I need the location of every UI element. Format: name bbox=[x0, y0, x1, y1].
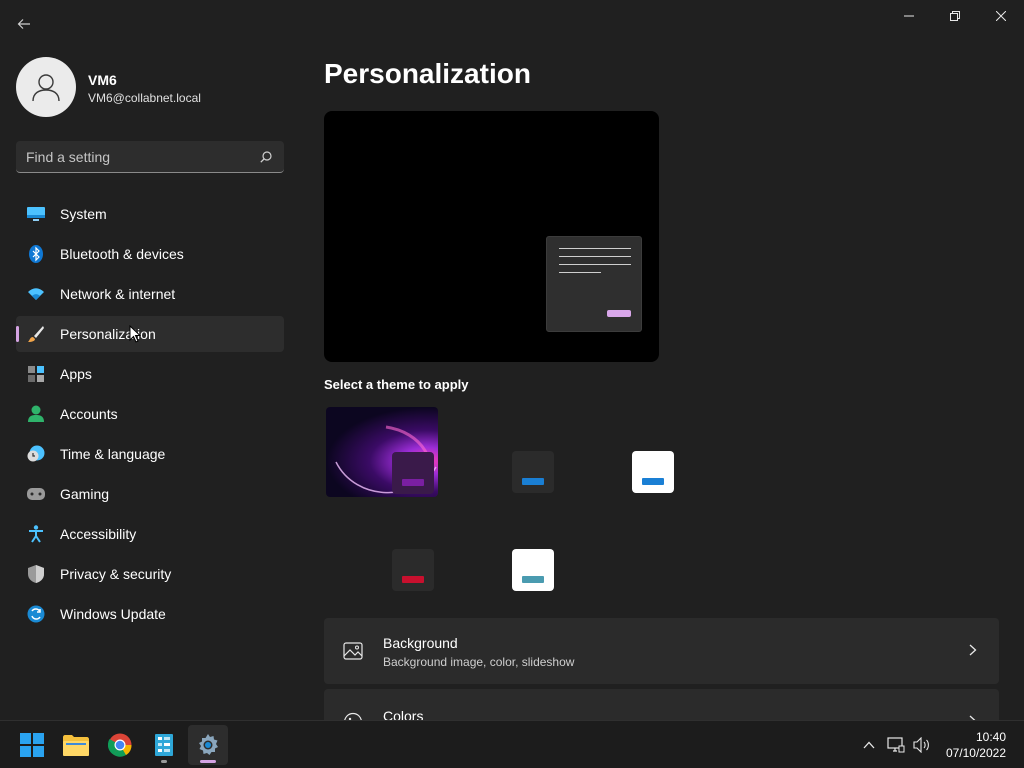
apps-icon bbox=[26, 364, 46, 384]
chrome-button[interactable] bbox=[100, 725, 140, 765]
taskbar: 10:40 07/10/2022 bbox=[0, 720, 1024, 768]
chevron-up-icon bbox=[863, 741, 875, 749]
database-app-icon bbox=[155, 734, 173, 756]
preview-window bbox=[546, 236, 642, 332]
sidebar-item-privacy-security[interactable]: Privacy & security bbox=[16, 556, 284, 592]
background-setting-card[interactable]: Background Background image, color, slid… bbox=[324, 618, 999, 684]
sidebar-item-windows-update[interactable]: Windows Update bbox=[16, 596, 284, 632]
sidebar-item-label: Time & language bbox=[60, 446, 166, 462]
profile-name: VM6 bbox=[88, 72, 117, 88]
back-arrow-icon bbox=[17, 19, 30, 29]
avatar[interactable] bbox=[16, 57, 76, 117]
show-hidden-icons-button[interactable] bbox=[858, 721, 880, 768]
sidebar-item-label: Bluetooth & devices bbox=[60, 246, 184, 262]
theme-glow[interactable] bbox=[326, 407, 438, 497]
minimize-button[interactable] bbox=[886, 0, 932, 32]
user-icon bbox=[32, 74, 60, 102]
sidebar-item-personalization[interactable]: Personalization bbox=[16, 316, 284, 352]
volume-tray-button[interactable] bbox=[910, 721, 934, 768]
sidebar-item-apps[interactable]: Apps bbox=[16, 356, 284, 392]
brush-icon bbox=[26, 324, 46, 344]
chrome-icon bbox=[108, 733, 132, 757]
image-icon bbox=[342, 640, 364, 662]
sidebar-item-time-language[interactable]: Time & language bbox=[16, 436, 284, 472]
mouse-cursor-icon bbox=[129, 325, 141, 343]
palette-icon bbox=[342, 711, 364, 720]
controller-icon bbox=[26, 484, 46, 504]
settings-taskbar-button[interactable] bbox=[188, 725, 228, 765]
sidebar-item-label: Accounts bbox=[60, 406, 118, 422]
clock-icon bbox=[26, 444, 46, 464]
themes-label: Select a theme to apply bbox=[324, 377, 469, 392]
theme-light-blue[interactable] bbox=[632, 451, 674, 493]
bluetooth-icon bbox=[26, 244, 46, 264]
wifi-icon bbox=[26, 284, 46, 304]
preview-accent-button bbox=[607, 310, 631, 317]
page-title: Personalization bbox=[324, 58, 531, 89]
volume-icon bbox=[913, 737, 929, 753]
window-controls bbox=[886, 0, 1024, 32]
search-input[interactable] bbox=[26, 148, 258, 165]
clock-time: 10:40 bbox=[975, 730, 1006, 744]
sidebar-item-network-internet[interactable]: Network & internet bbox=[16, 276, 284, 312]
sidebar-item-label: Network & internet bbox=[60, 286, 176, 302]
restore-icon bbox=[950, 11, 960, 21]
sidebar-nav: System Bluetooth & devices Network & int… bbox=[16, 196, 284, 636]
colors-setting-card[interactable]: Colors bbox=[324, 689, 999, 720]
update-icon bbox=[26, 604, 46, 624]
close-icon bbox=[996, 11, 1006, 21]
folder-icon bbox=[63, 735, 89, 756]
clock[interactable]: 10:40 07/10/2022 bbox=[946, 729, 1006, 761]
sidebar-item-label: Personalization bbox=[60, 326, 156, 342]
settings-window: VM6 VM6@collabnet.local System Bluetooth… bbox=[0, 0, 1024, 720]
network-tray-button[interactable] bbox=[884, 721, 908, 768]
sidebar-item-label: Privacy & security bbox=[60, 566, 172, 582]
network-icon bbox=[887, 737, 905, 753]
theme-light-teal[interactable] bbox=[512, 549, 554, 591]
back-button[interactable] bbox=[10, 10, 38, 38]
azure-data-studio-button[interactable] bbox=[144, 725, 184, 765]
theme-dark-red[interactable] bbox=[392, 549, 434, 591]
card-title: Colors bbox=[383, 708, 424, 720]
minimize-icon bbox=[904, 15, 914, 17]
sidebar-item-label: System bbox=[60, 206, 107, 222]
start-button[interactable] bbox=[12, 725, 52, 765]
sidebar-item-accounts[interactable]: Accounts bbox=[16, 396, 284, 432]
chevron-right-icon bbox=[965, 713, 981, 720]
card-title: Background bbox=[383, 635, 458, 651]
sidebar-item-label: Accessibility bbox=[60, 526, 137, 542]
sidebar-item-gaming[interactable]: Gaming bbox=[16, 476, 284, 512]
theme-preview bbox=[324, 111, 659, 362]
accounts-icon bbox=[26, 404, 46, 424]
sidebar-item-label: Apps bbox=[60, 366, 92, 382]
card-subtitle: Background image, color, slideshow bbox=[383, 655, 575, 669]
restore-button[interactable] bbox=[932, 0, 978, 32]
file-explorer-button[interactable] bbox=[56, 725, 96, 765]
system-icon bbox=[26, 204, 46, 224]
search-icon[interactable] bbox=[258, 149, 274, 165]
sidebar-item-system[interactable]: System bbox=[16, 196, 284, 232]
clock-date: 07/10/2022 bbox=[945, 746, 1006, 760]
sidebar-item-label: Gaming bbox=[60, 486, 110, 502]
shield-icon bbox=[26, 564, 46, 584]
accessibility-icon bbox=[26, 524, 46, 544]
theme-dark-blue[interactable] bbox=[512, 451, 554, 493]
sidebar-item-label: Windows Update bbox=[60, 606, 166, 622]
sidebar-item-accessibility[interactable]: Accessibility bbox=[16, 516, 284, 552]
sidebar-item-bluetooth-devices[interactable]: Bluetooth & devices bbox=[16, 236, 284, 272]
close-button[interactable] bbox=[978, 0, 1024, 32]
search-box bbox=[16, 141, 284, 173]
windows-logo-icon bbox=[20, 733, 44, 757]
gear-icon bbox=[199, 734, 218, 755]
chevron-right-icon bbox=[965, 642, 981, 658]
profile-email: VM6@collabnet.local bbox=[88, 91, 201, 105]
